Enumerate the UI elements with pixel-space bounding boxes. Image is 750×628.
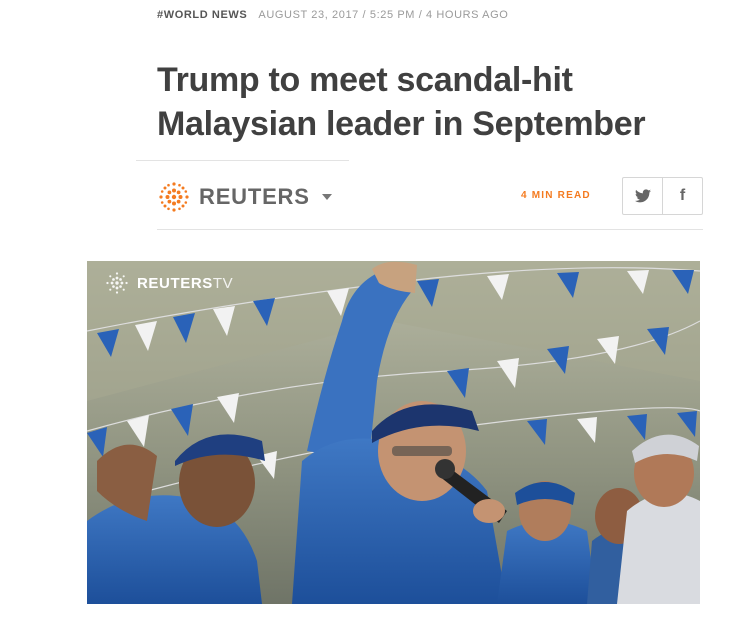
twitter-icon [634, 189, 651, 203]
divider [136, 160, 349, 161]
source-name: REUTERS [199, 184, 310, 209]
reuters-logo-icon [159, 182, 189, 212]
twitter-share-button[interactable] [623, 178, 662, 214]
reuters-tv-brand: REUTERS [137, 274, 213, 292]
reuters-tv-watermark: REUTERSTV [105, 271, 233, 295]
video-player[interactable]: REUTERSTV [87, 261, 700, 604]
facebook-icon: f [679, 187, 686, 204]
reuters-tv-suffix: TV [212, 274, 234, 292]
article-headline: Trump to meet scandal-hit Malaysian lead… [157, 61, 646, 143]
channel-tag[interactable]: #WORLD NEWS [157, 9, 247, 21]
chevron-down-icon [321, 194, 332, 200]
reuters-tv-logo-icon [106, 272, 128, 294]
article-meta: #WORLD NEWS AUGUST 23, 2017 / 5:25 PM / … [157, 9, 508, 21]
reuters-tv-label: REUTERSTV [137, 275, 233, 292]
article-timestamp: AUGUST 23, 2017 / 5:25 PM / 4 HOURS AGO [258, 9, 509, 21]
video-frame [87, 261, 700, 604]
source-dropdown[interactable]: REUTERS [157, 180, 332, 214]
read-time: 4 MIN READ [521, 190, 591, 201]
share-buttons: f [622, 177, 703, 215]
facebook-share-button[interactable]: f [662, 178, 702, 214]
divider [157, 229, 703, 230]
